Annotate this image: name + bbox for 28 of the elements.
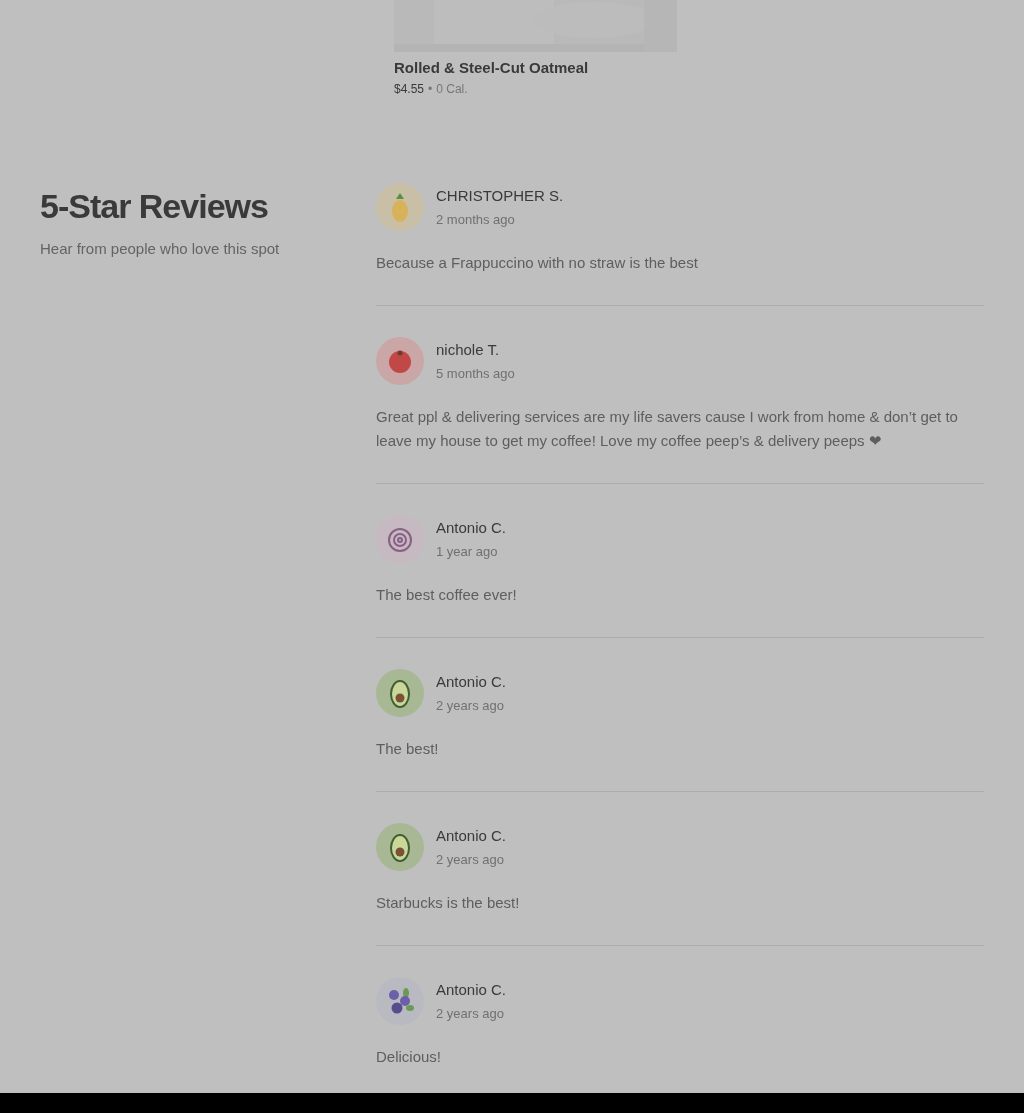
reviewer-name: Antonio C. bbox=[436, 672, 507, 692]
reviewer-name: Antonio C. bbox=[436, 518, 507, 538]
section-subtitle: Hear from people who love this spot bbox=[40, 239, 281, 259]
separator-dot: • bbox=[428, 81, 433, 97]
review-time: 2 years ago bbox=[436, 851, 505, 869]
reviewer-name: nichole T. bbox=[436, 340, 501, 360]
product-title[interactable]: Rolled & Steel-Cut Oatmeal bbox=[394, 58, 1024, 78]
review-time: 2 years ago bbox=[436, 697, 505, 715]
review-text: The best! bbox=[376, 739, 440, 759]
reviewer-name: Antonio C. bbox=[436, 980, 507, 1000]
review-text: Because a Frappuccino with no straw is the best bbox=[376, 253, 699, 273]
onion-icon bbox=[388, 528, 412, 552]
product-price: $4.55 bbox=[394, 81, 425, 97]
reviewer-name: Antonio C. bbox=[436, 826, 507, 846]
pineapple-icon bbox=[392, 193, 408, 222]
review-time: 1 year ago bbox=[436, 543, 499, 561]
review-text: Starbucks is the best! bbox=[376, 893, 521, 913]
tomato-icon bbox=[389, 350, 411, 373]
review-text: Great ppl & delivering services are my life savers cause I work from home & don’t get to leave my house to get my coffee! Love my coffee peep’s & delivery peeps ❤ bbox=[376, 407, 959, 451]
review-time: 2 months ago bbox=[436, 211, 516, 229]
section-title: 5-Star Reviews bbox=[40, 186, 269, 227]
product-calories: 0 Cal. bbox=[436, 81, 468, 97]
review-text: Delicious! bbox=[376, 1047, 443, 1067]
review-time: 5 months ago bbox=[436, 365, 515, 383]
review-text: The best coffee ever! bbox=[376, 585, 518, 605]
reviewer-name: CHRISTOPHER S. bbox=[436, 186, 564, 206]
blueberries-icon bbox=[389, 988, 414, 1014]
review-time: 2 years ago bbox=[436, 1005, 505, 1023]
